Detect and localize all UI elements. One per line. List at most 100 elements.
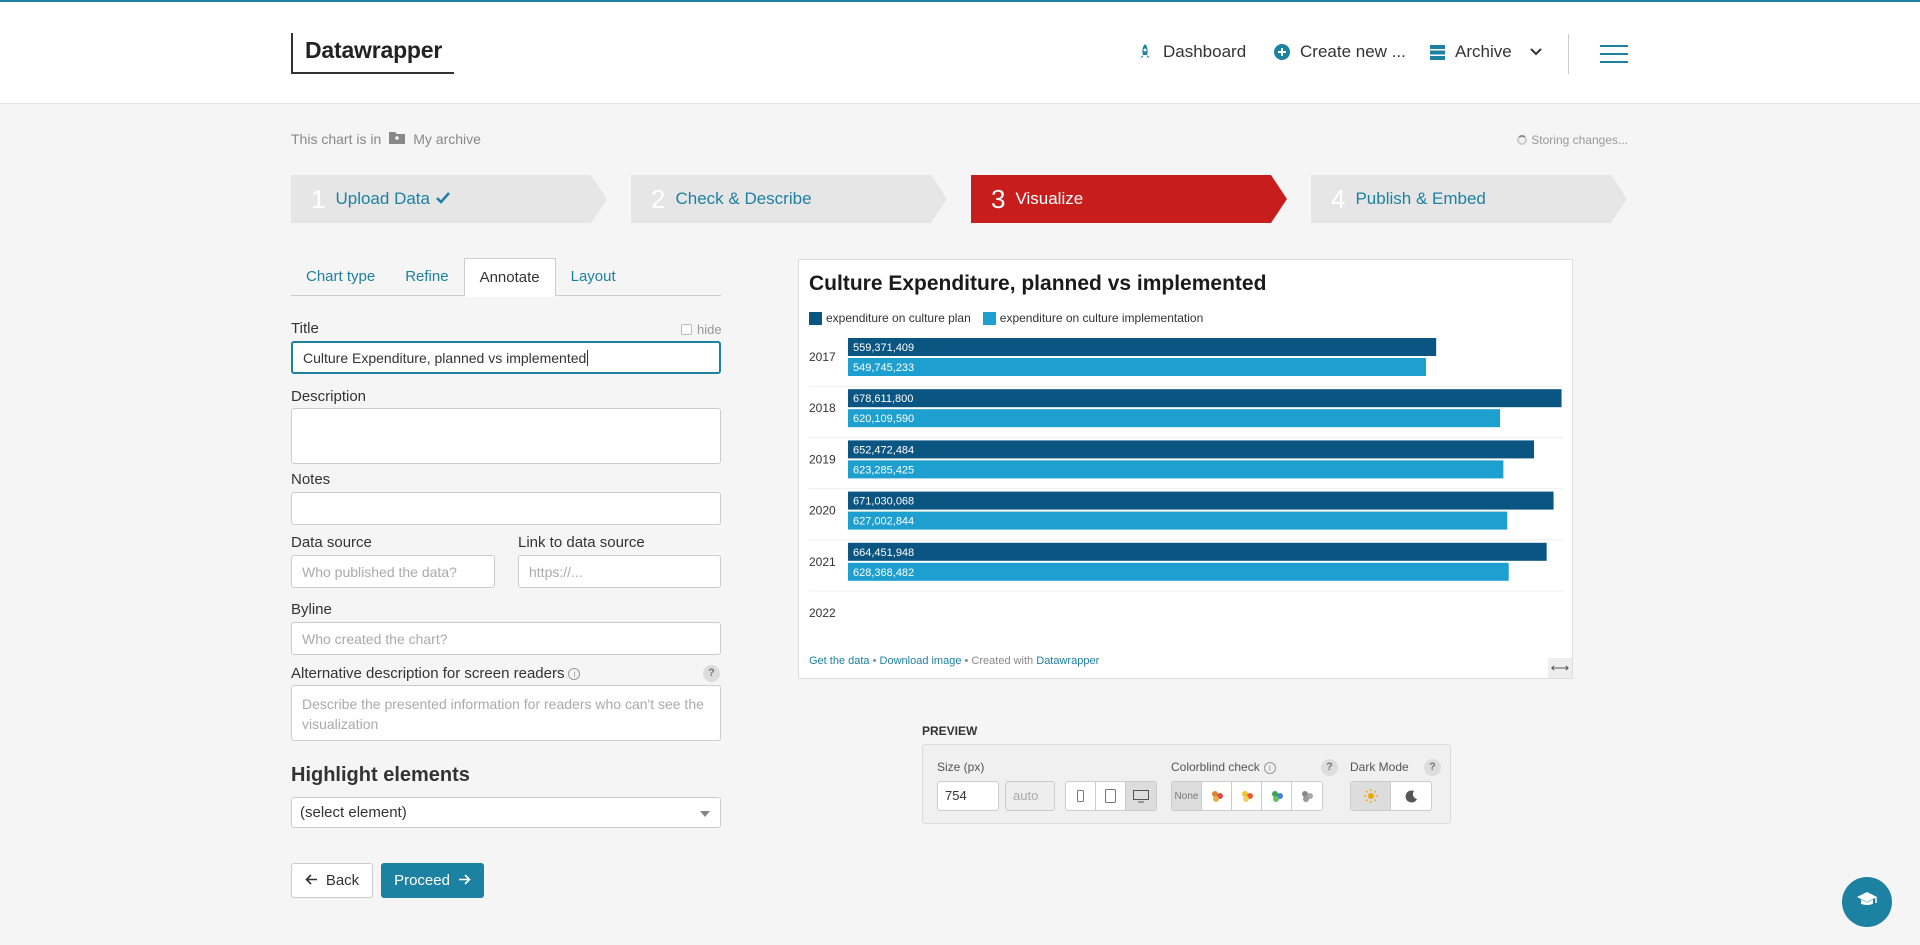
step-number: 3 (991, 183, 1006, 214)
deuteranopia-icon[interactable] (1232, 782, 1262, 810)
chart-preview: Culture Expenditure, planned vs implemen… (798, 259, 1573, 679)
size-width-input[interactable]: 754 (937, 781, 999, 811)
step-visualize[interactable]: 3 Visualize (971, 175, 1287, 223)
bar (848, 562, 1509, 581)
hide-label: hide (697, 322, 722, 337)
protanopia-icon[interactable] (1202, 782, 1232, 810)
nav-create-new-label: Create new ... (1300, 42, 1406, 61)
highlight-element-select[interactable]: (select element) (291, 797, 721, 828)
bar (848, 389, 1562, 408)
save-status: Storing changes... (1517, 133, 1628, 147)
tab-chart-type[interactable]: Chart type (291, 258, 390, 296)
bar-value-label: 620,109,590 (853, 413, 914, 425)
checkbox-box[interactable] (681, 324, 692, 335)
bar (848, 409, 1501, 428)
checkmark-icon (436, 189, 450, 209)
size-height-input[interactable]: auto (1005, 781, 1055, 811)
legend-label-implementation: expenditure on culture implementation (999, 311, 1204, 325)
link-source-label: Link to data source (518, 534, 645, 551)
breadcrumb-prefix: This chart is in (291, 131, 382, 147)
step-check-describe[interactable]: 2 Check & Describe (631, 175, 947, 223)
category-label: 2021 (809, 555, 836, 569)
title-input[interactable]: Culture Expenditure, planned vs implemen… (291, 341, 721, 374)
hide-title-checkbox[interactable]: hide (681, 322, 722, 337)
datawrapper-link[interactable]: Datawrapper (1036, 655, 1099, 667)
chart-title: Culture Expenditure, planned vs implemen… (809, 272, 1267, 295)
data-source-label: Data source (291, 534, 372, 551)
text-cursor (587, 349, 589, 366)
step-number: 1 (311, 183, 326, 214)
get-data-link[interactable]: Get the data (809, 655, 870, 667)
proceed-button-label: Proceed (394, 872, 450, 889)
help-icon[interactable]: ? (1424, 759, 1441, 776)
tritanopia-icon[interactable] (1262, 782, 1292, 810)
byline-label: Byline (291, 601, 332, 618)
tab-annotate[interactable]: Annotate (463, 258, 556, 297)
tab-layout[interactable]: Layout (556, 258, 631, 296)
tablet-icon[interactable] (1096, 782, 1126, 810)
academy-help-button[interactable] (1842, 877, 1892, 927)
bar-value-label: 627,002,844 (853, 516, 914, 528)
download-image-link[interactable]: Download image (880, 655, 962, 667)
back-button-label: Back (325, 872, 360, 889)
moon-icon[interactable] (1391, 782, 1431, 810)
step-number: 2 (651, 183, 666, 214)
step-number: 4 (1331, 183, 1346, 214)
link-source-input[interactable]: https://... (518, 555, 721, 588)
bar-chart: 2017 559,371,409 549,745,233 2018 678,611,80… (809, 338, 1563, 620)
category-label: 2018 (809, 401, 836, 415)
highlight-elements-heading: Highlight elements (291, 764, 470, 786)
info-icon[interactable]: i (1263, 761, 1276, 774)
nav-dashboard[interactable]: Dashboard (1137, 42, 1246, 62)
legend-swatch-implementation (982, 311, 996, 325)
chevron-down-icon[interactable] (1529, 48, 1542, 56)
back-button[interactable]: Back (291, 863, 373, 898)
bar-value-label: 652,472,484 (853, 444, 914, 456)
save-status-text: Storing changes... (1531, 133, 1628, 147)
step-label: Check & Describe (675, 189, 812, 208)
mobile-icon[interactable] (1066, 782, 1096, 810)
darkmode-toggle (1350, 781, 1432, 811)
desktop-icon[interactable] (1126, 782, 1156, 810)
nav-dashboard-label: Dashboard (1163, 42, 1247, 61)
notes-input[interactable] (291, 492, 721, 525)
sun-icon[interactable] (1351, 782, 1391, 810)
data-source-input[interactable]: Who published the data? (291, 555, 495, 588)
bar-value-label: 678,611,800 (853, 393, 913, 405)
bar-value-label: 549,745,233 (853, 362, 914, 374)
nav-create-new[interactable]: Create new ... (1274, 42, 1406, 62)
size-label: Size (px) (937, 760, 985, 774)
bar (848, 460, 1504, 479)
proceed-button[interactable]: Proceed (381, 863, 484, 898)
step-label: Publish & Embed (1355, 189, 1486, 208)
caret-down-icon (700, 811, 710, 817)
step-publish-embed[interactable]: 4 Publish & Embed (1311, 175, 1627, 223)
datawrapper-logo[interactable]: Datawrapper (291, 33, 455, 74)
bar (848, 511, 1508, 530)
category-label: 2022 (809, 606, 836, 620)
step-label: Upload Data (335, 189, 430, 208)
colorblind-label: Colorblind check i (1171, 760, 1276, 774)
resize-handle-icon[interactable]: ⟷ (1548, 658, 1572, 678)
colorblind-none-option[interactable]: None (1172, 782, 1202, 810)
description-textarea[interactable] (291, 408, 721, 464)
info-icon[interactable]: i (568, 668, 581, 681)
breadcrumb-folder[interactable]: My archive (413, 131, 481, 147)
byline-input[interactable]: Who created the chart? (291, 622, 721, 655)
alt-description-textarea[interactable]: Describe the presented information for r… (291, 685, 721, 741)
rocket-icon (1137, 43, 1153, 61)
bar-value-label: 671,030,068 (853, 496, 914, 508)
graduation-cap-icon (1856, 891, 1878, 914)
hamburger-menu-icon[interactable] (1600, 45, 1628, 69)
bar-value-label: 664,451,948 (853, 547, 914, 559)
help-icon[interactable]: ? (703, 665, 720, 682)
step-upload-data[interactable]: 1 Upload Data (291, 175, 607, 223)
bar (848, 440, 1535, 459)
colorblind-label-text: Colorblind check (1171, 760, 1260, 774)
help-icon[interactable]: ? (1321, 759, 1338, 776)
grayscale-icon[interactable] (1292, 782, 1322, 810)
tab-refine[interactable]: Refine (390, 258, 463, 296)
nav-archive[interactable]: Archive (1430, 42, 1542, 62)
darkmode-label: Dark Mode (1350, 760, 1409, 774)
sidebar-tabs: Chart type Refine Annotate Layout (291, 258, 721, 297)
